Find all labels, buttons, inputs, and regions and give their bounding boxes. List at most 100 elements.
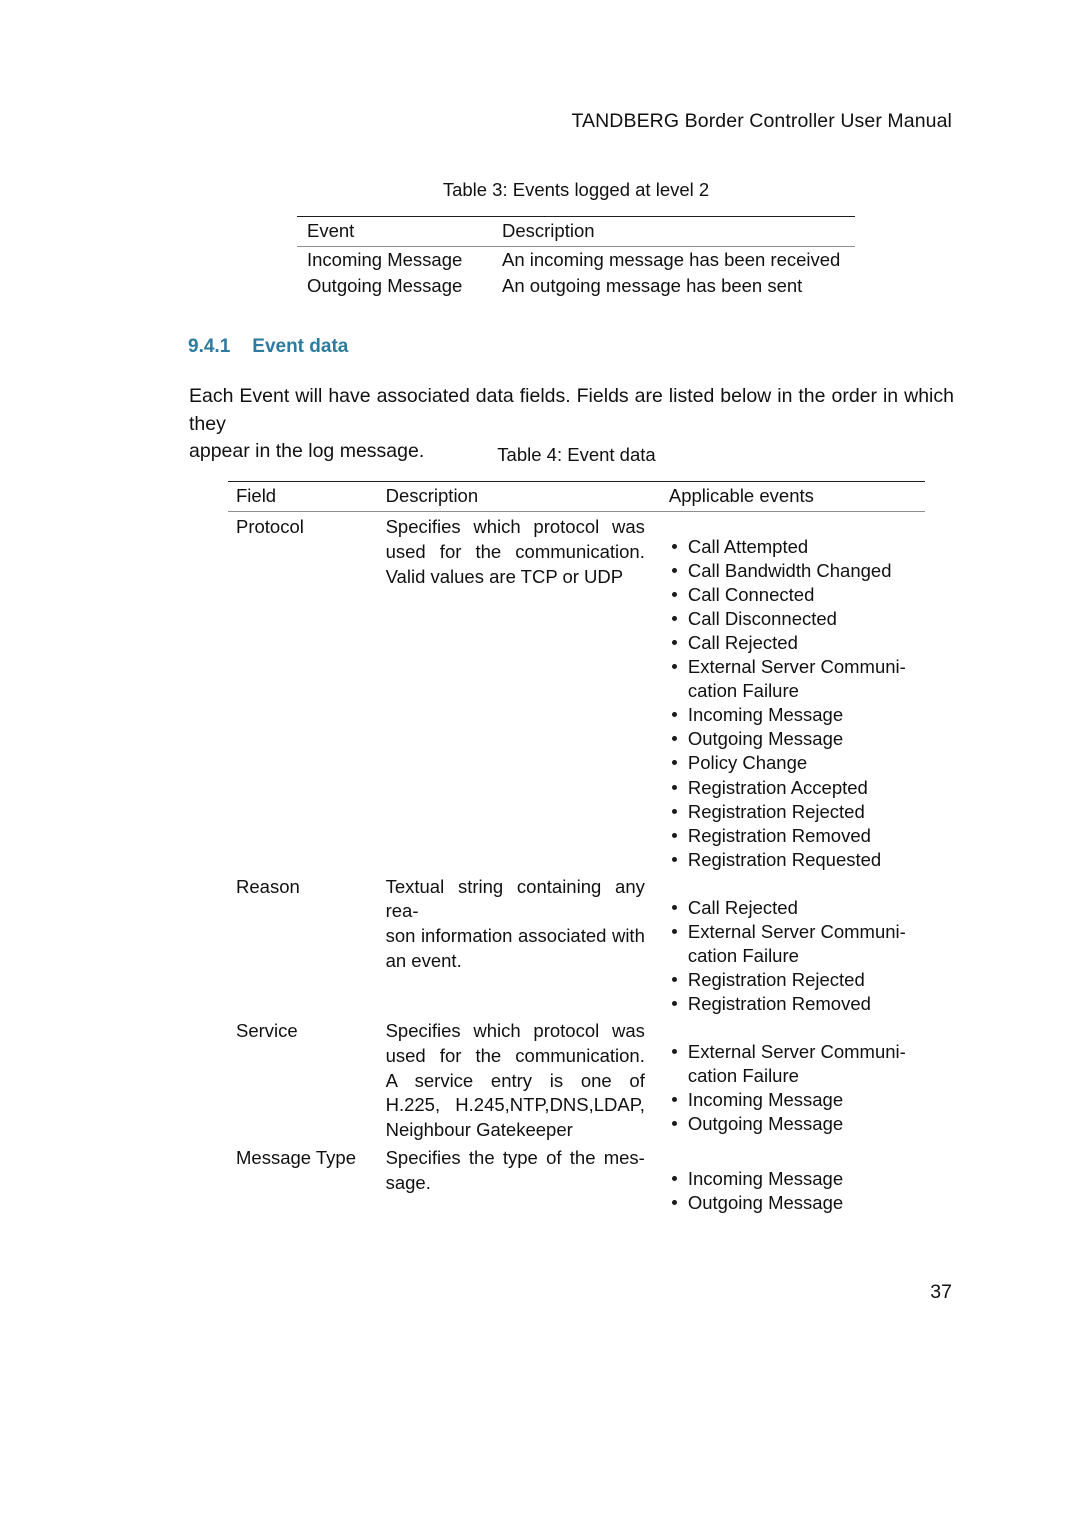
- table4-cell-applicable-events: Call Rejected External Server Communi-cat…: [661, 872, 925, 1016]
- list-item: Registration Rejected: [669, 800, 925, 824]
- description-line: son information associated with: [385, 925, 645, 947]
- table4-cell-applicable-events: Call Attempted Call Bandwidth Changed Call…: [661, 512, 925, 872]
- list-item-label: cation Failure: [687, 944, 799, 966]
- table4-cell-applicable-events: External Server Communi-cation Failure In…: [661, 1016, 925, 1143]
- list-item-label: Outgoing Message: [687, 1113, 844, 1135]
- list-item-label: Incoming Message: [687, 1167, 844, 1189]
- page-number: 37: [930, 1281, 952, 1303]
- description-line: an event.: [385, 950, 462, 972]
- bullet-icon: [671, 760, 677, 766]
- table-row: Outgoing Message An outgoing message has…: [297, 273, 855, 299]
- list-item-label: Call Disconnected: [687, 608, 837, 630]
- bullet-icon: [671, 616, 677, 622]
- list-item-label: cation Failure: [687, 680, 799, 702]
- table-row: Message Type Specifies the type of the me…: [228, 1143, 925, 1215]
- applicable-events-list: External Server Communi-cation Failure In…: [669, 1040, 925, 1136]
- list-item-label: Call Bandwidth Changed: [687, 560, 892, 582]
- list-item: Call Disconnected: [669, 607, 925, 631]
- list-item-label: External Server Communi-: [687, 1040, 906, 1062]
- table4-body: Protocol Specifies which protocol was used…: [228, 512, 925, 1215]
- bullet-icon: [671, 712, 677, 718]
- applicable-events-list: Call Rejected External Server Communi-cat…: [669, 896, 925, 1016]
- table4-header-row: Field Description Applicable events: [228, 480, 925, 513]
- table4-col-applicable-events: Applicable events: [660, 480, 925, 513]
- applicable-events-list: Incoming Message Outgoing Message: [669, 1167, 925, 1215]
- bullet-icon: [671, 1175, 677, 1181]
- bullet-icon: [671, 568, 677, 574]
- list-item: Call Attempted: [669, 535, 925, 559]
- table4: Field Description Applicable events Prot…: [228, 480, 925, 1215]
- list-item-label: External Server Communi-: [687, 656, 906, 678]
- table4-cell-description: Specifies which protocol was used for the…: [378, 512, 661, 872]
- list-item-label: External Server Communi-: [687, 920, 906, 942]
- table3-header-row: Event Description: [297, 215, 855, 248]
- bullet-icon: [671, 664, 677, 670]
- description-line: H.225, H.245,NTP,DNS,LDAP,: [385, 1094, 645, 1116]
- table3-cell-event: Incoming Message: [307, 249, 463, 271]
- list-item-label: Registration Rejected: [687, 800, 865, 822]
- section-number: 9.4.1: [188, 336, 231, 357]
- paragraph-line: Each Event will have associated data fie…: [189, 385, 954, 435]
- bullet-icon: [671, 1000, 677, 1006]
- list-item: External Server Communi-cation Failure: [669, 655, 925, 703]
- description-line: Textual string containing any rea-: [385, 875, 645, 922]
- list-item-label: Call Connected: [687, 584, 815, 606]
- description-line: used for the communication.: [385, 540, 645, 562]
- section-heading: 9.4.1 Event data: [188, 336, 348, 358]
- table3-col-description: Description: [492, 215, 855, 248]
- section-title: Event data: [252, 336, 349, 357]
- list-item: Registration Removed: [669, 824, 925, 848]
- list-item: Incoming Message: [669, 1167, 925, 1191]
- list-item: Call Connected: [669, 583, 925, 607]
- list-item-label: Registration Rejected: [687, 968, 865, 990]
- bullet-icon: [671, 904, 677, 910]
- table4-cell-description: Specifies which protocol was used for the…: [378, 1016, 661, 1143]
- bullet-icon: [671, 928, 677, 934]
- list-item: Registration Removed: [669, 992, 925, 1016]
- table4-col-field: Field: [228, 480, 378, 513]
- applicable-events-list: Call Attempted Call Bandwidth Changed Call…: [669, 535, 925, 872]
- list-item-label: Incoming Message: [687, 704, 844, 726]
- list-item-label: Incoming Message: [687, 1089, 844, 1111]
- description-line: Specifies which protocol was: [385, 1019, 645, 1041]
- list-item-label: Registration Removed: [687, 824, 871, 846]
- bullet-icon: [671, 544, 677, 550]
- list-item-label: Outgoing Message: [687, 728, 844, 750]
- list-item-label: Call Attempted: [687, 536, 809, 558]
- table-row: Reason Textual string containing any rea-…: [228, 872, 925, 1016]
- running-header: TANDBERG Border Controller User Manual: [571, 110, 952, 132]
- table-row: Incoming Message An incoming message has…: [297, 247, 855, 274]
- table3-cell-event: Outgoing Message: [307, 275, 463, 297]
- bullet-icon: [671, 1048, 677, 1054]
- table4-col-description: Description: [377, 480, 661, 513]
- list-item: Call Bandwidth Changed: [669, 559, 925, 583]
- list-item: Outgoing Message: [669, 727, 925, 751]
- table3-cell-description: An incoming message has been received: [502, 249, 841, 271]
- table4-caption: Table 4: Event data: [497, 444, 656, 465]
- bullet-icon: [671, 1121, 677, 1127]
- list-item-label: Outgoing Message: [687, 1191, 844, 1213]
- description-line: used for the communication.: [385, 1044, 645, 1066]
- list-item: Call Rejected: [669, 896, 925, 920]
- list-item: External Server Communi-cation Failure: [669, 920, 925, 968]
- list-item-label: Call Rejected: [687, 632, 798, 654]
- description-line: Neighbour Gatekeeper: [385, 1119, 573, 1141]
- list-item-label: Registration Accepted: [687, 776, 868, 798]
- table3-caption: Table 3: Events logged at level 2: [442, 179, 710, 200]
- list-item: Outgoing Message: [669, 1112, 925, 1136]
- list-item: External Server Communi-cation Failure: [669, 1040, 925, 1088]
- table3-cell-description: An outgoing message has been sent: [502, 275, 803, 297]
- list-item: Outgoing Message: [669, 1191, 925, 1215]
- document-page: TANDBERG Border Controller User Manual T…: [0, 0, 1080, 1527]
- description-line: Valid values are TCP or UDP: [385, 565, 624, 587]
- table4-cell-field: Message Type: [236, 1146, 356, 1168]
- list-item: Registration Accepted: [669, 776, 925, 800]
- description-line: Specifies which protocol was: [385, 516, 645, 538]
- table3: Event Description Incoming Message An in…: [297, 215, 855, 300]
- table4-cell-field: Service: [236, 1019, 298, 1041]
- bullet-icon: [671, 592, 677, 598]
- bullet-icon: [671, 1199, 677, 1205]
- table4-cell-description: Specifies the type of the mes-sage.: [378, 1143, 661, 1215]
- table3-col-event: Event: [297, 215, 492, 248]
- description-line: A service entry is one of: [385, 1069, 645, 1091]
